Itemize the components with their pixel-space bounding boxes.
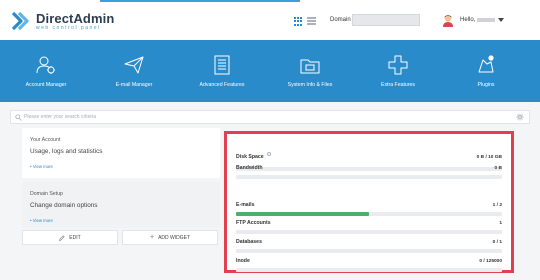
avatar[interactable]	[442, 14, 454, 27]
stat-value: 1	[499, 221, 502, 226]
stat-label: Bandwidth	[236, 165, 263, 171]
card-description: Usage, logs and statistics	[30, 148, 103, 155]
stat-label: Inode	[236, 258, 250, 264]
info-icon[interactable]	[266, 151, 271, 156]
stat-row-ftp-accounts: FTP Accounts 1	[236, 220, 502, 234]
nav-label: E-mail Manager	[115, 82, 153, 88]
nav-email-manager[interactable]: E-mail Manager	[90, 54, 178, 88]
gear-icon[interactable]	[516, 113, 524, 121]
username-redacted	[477, 18, 495, 22]
usage-bar	[236, 212, 502, 216]
view-more-link[interactable]: • View more	[30, 164, 53, 169]
directadmin-logo-icon	[11, 11, 29, 31]
card-domain-setup: Domain Setup Change domain options • Vie…	[22, 182, 220, 228]
account-manager-icon	[36, 56, 55, 74]
stat-label: Disk Space	[236, 154, 264, 160]
stat-value: 0 / 1	[492, 240, 502, 245]
view-toggle	[294, 17, 316, 26]
plugins-icon	[478, 55, 494, 73]
logo[interactable]: DirectAdmin web control panel	[10, 10, 114, 32]
nav-label: Extra Features	[380, 82, 416, 88]
grid-view-icon[interactable]	[294, 17, 303, 26]
search-bar	[10, 110, 530, 124]
logo-subtitle: web control panel	[36, 24, 101, 31]
nav-label: Account Manager	[25, 82, 67, 88]
nav-label: Advanced Features	[199, 82, 245, 88]
edit-button[interactable]: EDIT	[22, 230, 118, 245]
loading-progress	[100, 0, 300, 2]
add-widget-label: ADD WIDGET	[158, 234, 191, 241]
logo-title: DirectAdmin	[36, 10, 115, 26]
stat-row-bandwidth: Bandwidth 0 B	[236, 165, 502, 179]
usage-bar	[236, 268, 502, 272]
stat-row-inode: Inode 0 / 125000	[236, 258, 502, 272]
edit-label: EDIT	[69, 234, 81, 241]
card-title: Domain Setup	[30, 191, 63, 197]
view-more-link[interactable]: • View more	[30, 218, 53, 223]
stat-value: 0 B / 10 GB	[476, 155, 502, 160]
card-title: Your Account	[30, 137, 61, 143]
stat-value: 0 B	[494, 166, 502, 171]
usage-bar	[236, 230, 502, 234]
usage-bar	[236, 249, 502, 253]
list-view-icon[interactable]	[307, 17, 316, 26]
card-your-account: Your Account Usage, logs and statistics …	[22, 128, 220, 178]
email-manager-icon	[124, 56, 144, 74]
search-input[interactable]	[24, 112, 504, 122]
stat-row-emails: E-mails 1 / 2	[236, 202, 502, 216]
usage-bar	[236, 175, 502, 179]
stat-row-databases: Databases 0 / 1	[236, 239, 502, 253]
nav-advanced-features[interactable]: Advanced Features	[178, 54, 266, 88]
plus-icon: +	[149, 234, 155, 241]
usage-bar-fill	[236, 212, 369, 216]
chevron-down-icon[interactable]	[498, 18, 504, 22]
nav-account-manager[interactable]: Account Manager	[2, 54, 90, 88]
main-navigation: Account Manager E-mail Manager Advanced …	[0, 40, 540, 102]
extra-features-icon	[388, 55, 408, 75]
stat-value: 0 / 125000	[479, 259, 502, 264]
domain-label: Domain	[330, 17, 351, 23]
stat-value: 1 / 2	[492, 203, 502, 208]
search-icon	[15, 114, 22, 121]
pencil-icon	[59, 234, 65, 241]
nav-plugins[interactable]: Plugins	[442, 54, 530, 88]
system-info-icon	[300, 59, 320, 74]
card-description: Change domain options	[30, 202, 98, 209]
add-widget-button[interactable]: + ADD WIDGET	[122, 230, 218, 245]
stat-label: Databases	[236, 239, 262, 245]
stat-label: FTP Accounts	[236, 220, 271, 226]
greeting: Hello,	[460, 17, 476, 23]
usage-stats-panel: Disk Space 0 B / 10 GB Bandwidth 0 B E-m…	[224, 131, 514, 273]
top-bar: DirectAdmin web control panel Domain Hel…	[0, 0, 540, 40]
stat-label: E-mails	[236, 202, 255, 208]
domain-select[interactable]	[352, 14, 420, 26]
nav-extra-features[interactable]: Extra Features	[354, 54, 442, 88]
nav-label: Plugins	[477, 82, 495, 88]
nav-label: System Info & Files	[287, 82, 333, 88]
nav-system-info[interactable]: System Info & Files	[266, 54, 354, 88]
advanced-features-icon	[214, 55, 230, 75]
